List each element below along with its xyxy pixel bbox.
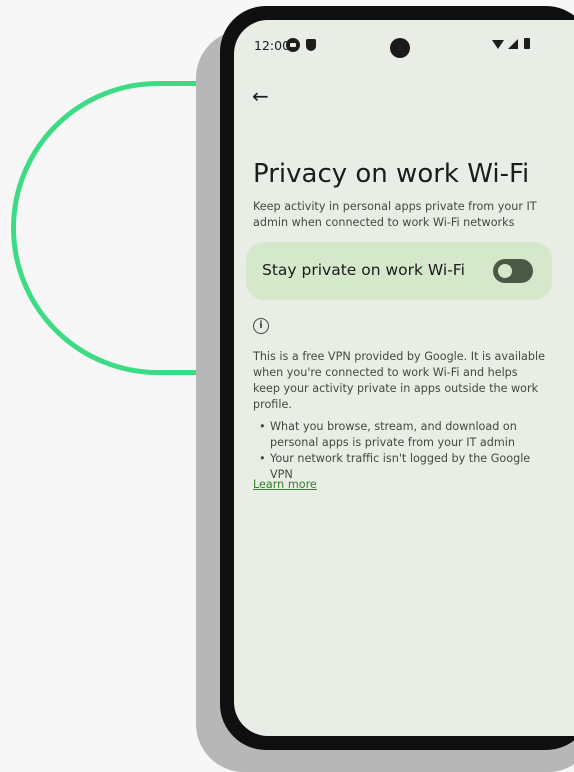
shield-icon xyxy=(306,39,316,51)
info-icon: i xyxy=(253,318,269,334)
learn-more-link[interactable]: Learn more xyxy=(253,478,317,491)
page-title: Privacy on work Wi-Fi xyxy=(253,159,530,189)
info-text: This is a free VPN provided by Google. I… xyxy=(253,350,546,411)
toggle-label: Stay private on work Wi-Fi xyxy=(262,261,465,279)
stay-private-toggle-row[interactable]: Stay private on work Wi-Fi xyxy=(246,242,552,300)
camera-cutout xyxy=(390,38,410,58)
arrow-back-icon[interactable]: ← xyxy=(252,86,269,106)
bullet-item: What you browse, stream, and download on… xyxy=(253,419,553,451)
wifi-icon xyxy=(492,40,504,49)
switch-knob xyxy=(498,264,512,278)
gamepad-icon xyxy=(286,38,300,52)
battery-icon xyxy=(524,38,530,49)
stay-private-switch[interactable] xyxy=(493,259,533,283)
page-subtitle: Keep activity in personal apps private f… xyxy=(253,200,537,229)
signal-icon xyxy=(508,39,518,49)
status-time: 12:00 xyxy=(254,38,291,53)
phone-frame: 12:00 ← Privacy on work Wi-Fi Keep activ… xyxy=(220,6,574,750)
info-bullets: What you browse, stream, and download on… xyxy=(253,419,553,483)
phone-screen: 12:00 ← Privacy on work Wi-Fi Keep activ… xyxy=(234,20,574,736)
